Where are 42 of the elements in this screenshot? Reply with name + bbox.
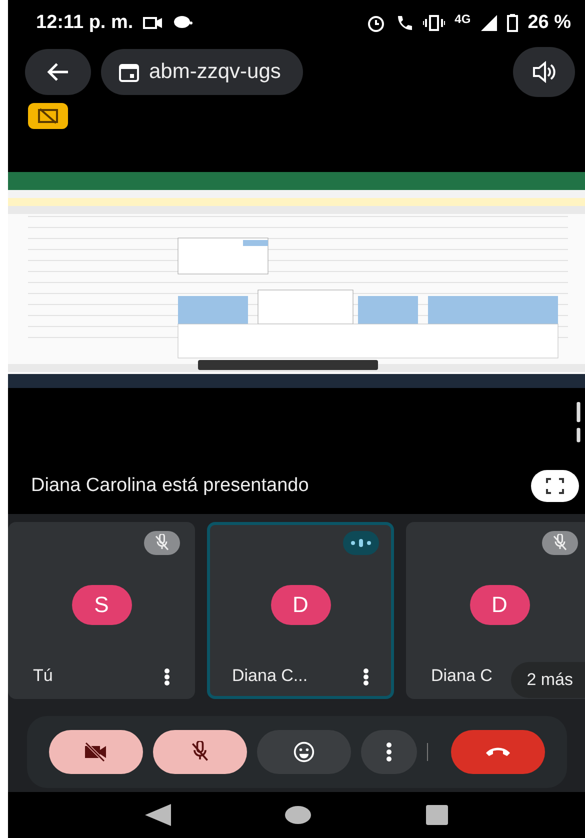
back-button[interactable] <box>25 49 91 95</box>
back-nav-icon[interactable] <box>145 804 172 826</box>
network-label: 4G <box>454 12 471 26</box>
mic-toggle-button[interactable] <box>152 730 246 774</box>
calendar-icon <box>119 62 139 82</box>
participant-name: Tú <box>33 666 53 686</box>
screen-off-icon <box>38 108 58 124</box>
hang-up-button[interactable] <box>450 730 544 774</box>
status-time: 12:11 p. m. <box>36 12 134 34</box>
battery-level: 26 % <box>528 12 571 34</box>
more-participants-button[interactable]: 2 más <box>510 662 585 698</box>
reactions-button[interactable] <box>256 730 350 774</box>
camera-toggle-button[interactable] <box>48 730 142 774</box>
avatar: S <box>72 585 132 625</box>
phone-icon <box>484 746 510 758</box>
participant-tile[interactable]: D Diana C... <box>207 522 394 699</box>
speaker-button[interactable] <box>513 47 575 97</box>
participant-name: Diana C... <box>232 666 308 686</box>
more-options-button[interactable] <box>360 730 416 774</box>
recents-nav-icon[interactable] <box>426 805 448 825</box>
chat-icon <box>173 15 194 31</box>
smiley-icon <box>292 741 314 763</box>
home-nav-icon[interactable] <box>285 806 312 824</box>
fullscreen-icon <box>546 478 564 494</box>
battery-icon <box>506 14 518 32</box>
alarm-icon <box>366 14 385 32</box>
participant-tile[interactable]: S Tú <box>8 522 195 699</box>
participant-name: Diana C <box>431 666 492 686</box>
fullscreen-button[interactable] <box>531 470 579 502</box>
more-icon[interactable] <box>363 668 369 686</box>
speaker-icon <box>532 61 556 83</box>
back-arrow-icon <box>47 62 69 82</box>
more-icon <box>386 742 392 762</box>
vibrate-icon <box>422 15 445 31</box>
avatar: D <box>270 585 330 625</box>
presenter-text: Diana Carolina está presentando <box>31 475 310 497</box>
video-icon <box>143 16 164 30</box>
more-icon[interactable] <box>164 668 170 686</box>
avatar: D <box>470 585 530 625</box>
meeting-code-button[interactable]: abm-zzqv-ugs <box>101 49 303 95</box>
camera-off-icon <box>82 741 108 763</box>
signal-icon <box>480 15 497 31</box>
